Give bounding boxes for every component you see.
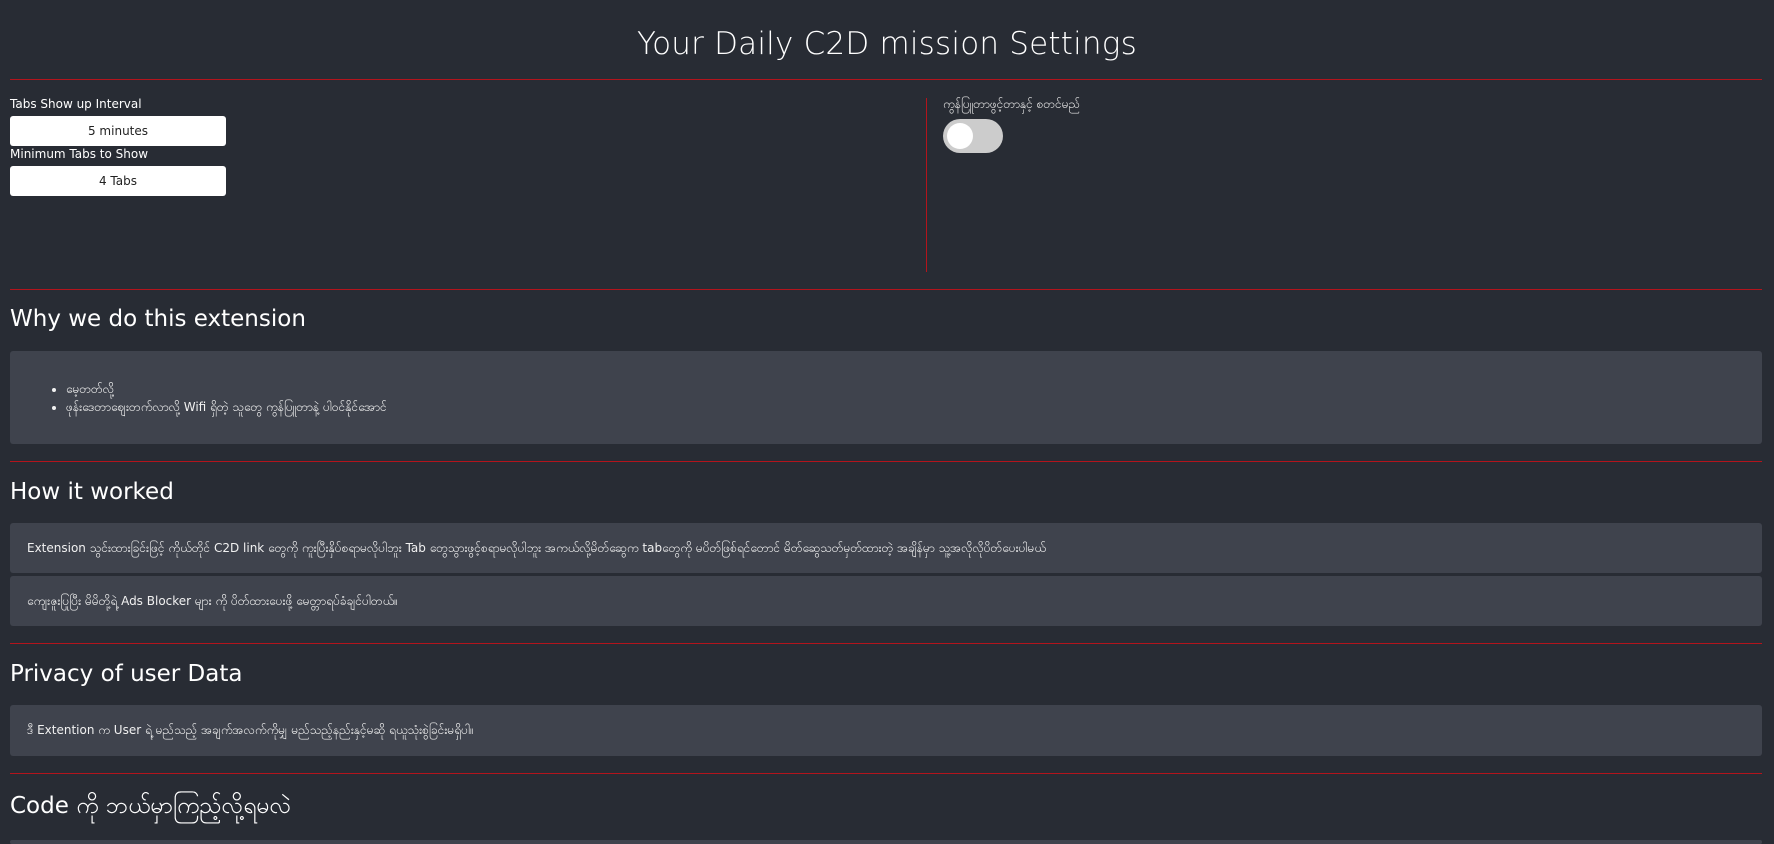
min-tabs-select[interactable]: 4 Tabs bbox=[10, 166, 226, 196]
privacy-text: ဒီ Extention က User ရဲ့ မည်သည့် အချက်အလက… bbox=[27, 723, 474, 737]
how-card-1: Extension သွင်းထားခြင်းဖြင့် ကိုယ်တိုင် … bbox=[10, 523, 1762, 573]
divider bbox=[10, 773, 1762, 774]
how-text-1: Extension သွင်းထားခြင်းဖြင့် ကိုယ်တိုင် … bbox=[27, 541, 1047, 555]
why-heading: Why we do this extension bbox=[10, 306, 306, 332]
why-card: မေ့တတ်လို့ ဖုန်းဒေတာဈေးတက်လာလို့ Wifi ရှ… bbox=[10, 351, 1762, 444]
privacy-heading: Privacy of user Data bbox=[10, 661, 243, 687]
interval-label: Tabs Show up Interval bbox=[10, 97, 142, 111]
divider bbox=[10, 289, 1762, 290]
startup-toggle[interactable] bbox=[943, 119, 1003, 153]
divider bbox=[10, 643, 1762, 644]
divider bbox=[10, 79, 1762, 80]
startup-toggle-label: ကွန်ပြူတာဖွင့်တာနှင့် စတင်မည် bbox=[943, 97, 1081, 111]
settings-column-divider bbox=[926, 98, 927, 272]
how-text-2: ကျေးဇူးပြုပြီး မိမိတို့ရဲ့ Ads Blocker မ… bbox=[27, 594, 398, 608]
how-heading: How it worked bbox=[10, 479, 174, 505]
code-card bbox=[10, 840, 1762, 844]
interval-select[interactable]: 5 minutes bbox=[10, 116, 226, 146]
divider bbox=[10, 461, 1762, 462]
list-item: ဖုန်းဒေတာဈေးတက်လာလို့ Wifi ရှိတဲ့ သူတွေ … bbox=[66, 398, 1762, 416]
code-heading: Code ကို ဘယ်မှာကြည့်လို့ရမလဲ bbox=[10, 793, 292, 819]
why-list: မေ့တတ်လို့ ဖုန်းဒေတာဈေးတက်လာလို့ Wifi ရှ… bbox=[10, 380, 1762, 416]
min-tabs-label: Minimum Tabs to Show bbox=[10, 147, 149, 161]
toggle-knob bbox=[947, 123, 973, 149]
how-card-2: ကျေးဇူးပြုပြီး မိမိတို့ရဲ့ Ads Blocker မ… bbox=[10, 576, 1762, 626]
list-item: မေ့တတ်လို့ bbox=[66, 380, 1762, 398]
page-title: Your Daily C2D mission Settings bbox=[637, 26, 1137, 62]
privacy-card: ဒီ Extention က User ရဲ့ မည်သည့် အချက်အလက… bbox=[10, 705, 1762, 756]
